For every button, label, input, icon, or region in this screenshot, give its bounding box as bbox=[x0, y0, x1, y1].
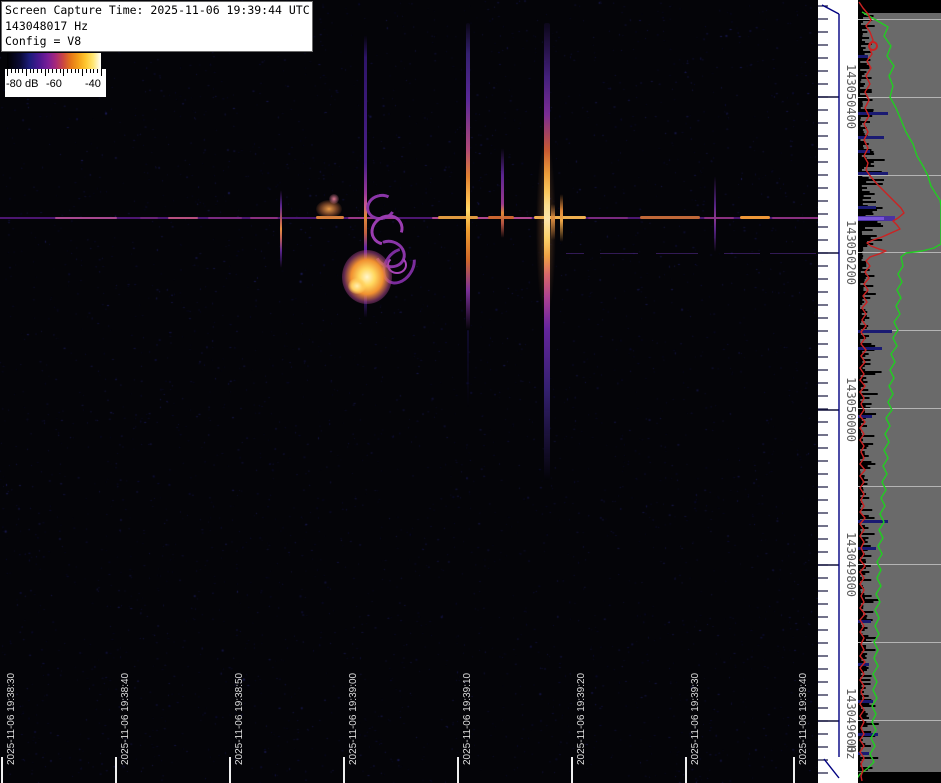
legend-label-minus60: -60 bbox=[46, 78, 62, 90]
carrier-line-segment bbox=[168, 217, 198, 219]
meteor-echo-streak bbox=[466, 23, 470, 330]
amplitude-color-scale: -80 dB -60 -40 bbox=[5, 52, 106, 98]
doppler-sub-line-dash bbox=[656, 253, 698, 254]
time-label: 2025-11-06 19:39:30 bbox=[690, 672, 701, 765]
time-label: 2025-11-06 19:39:10 bbox=[462, 672, 473, 765]
head-echo-glow bbox=[342, 250, 392, 304]
doppler-sub-line-dash bbox=[566, 253, 584, 254]
legend-tick-ruler: -80 dB -60 -40 bbox=[5, 69, 106, 97]
frequency-scale[interactable]: 143050400 143050200 143050000 143049800 1430… bbox=[818, 0, 858, 783]
carrier-line-segment bbox=[704, 217, 734, 219]
carrier-line-segment bbox=[208, 217, 242, 219]
time-tick bbox=[1, 757, 3, 783]
frequency-label: 143049800 bbox=[844, 532, 858, 598]
time-label: 2025-11-06 19:38:50 bbox=[234, 672, 245, 765]
time-label: 2025-11-06 19:39:40 bbox=[798, 672, 809, 765]
carrier-line-segment bbox=[772, 217, 818, 219]
capture-time-text: Screen Capture Time: 2025-11-06 19:39:44… bbox=[5, 3, 310, 17]
head-echo-glow bbox=[536, 138, 556, 318]
color-gradient-bar bbox=[7, 53, 101, 69]
time-label: 2025-11-06 19:38:30 bbox=[6, 672, 17, 765]
frequency-label: 143050000 bbox=[844, 377, 858, 443]
waterfall-display[interactable]: 2025-11-06 19:38:30 2025-11-06 19:38:40 20… bbox=[0, 0, 818, 783]
time-label: 2025-11-06 19:38:40 bbox=[120, 672, 131, 765]
time-tick bbox=[571, 757, 573, 783]
head-echo-glow bbox=[329, 194, 339, 204]
spectrum-graph-panel[interactable] bbox=[858, 0, 941, 783]
carrier-line-segment bbox=[588, 217, 628, 219]
carrier-line-segment bbox=[438, 216, 478, 219]
meteor-echo-streak bbox=[501, 148, 504, 238]
meteor-echo-streak bbox=[467, 330, 469, 408]
hz-unit-label: Hz bbox=[844, 745, 858, 760]
meteor-echo-streak bbox=[560, 194, 563, 242]
carrier-line-segment bbox=[740, 216, 770, 219]
config-text: Config = V8 bbox=[5, 34, 82, 48]
spectrum-lab-window: 2025-11-06 19:38:30 2025-11-06 19:38:40 20… bbox=[0, 0, 941, 783]
doppler-sub-line-dash bbox=[770, 253, 816, 254]
time-tick bbox=[685, 757, 687, 783]
meteor-echo-streak bbox=[280, 190, 282, 268]
time-tick bbox=[343, 757, 345, 783]
time-label: 2025-11-06 19:39:00 bbox=[348, 672, 359, 765]
frequency-label: 143050400 bbox=[844, 64, 858, 130]
frequency-text: 143048017 Hz bbox=[5, 18, 89, 33]
frequency-label: 143049600 bbox=[844, 688, 858, 754]
time-tick bbox=[793, 757, 795, 783]
meteor-echo-streak bbox=[714, 176, 716, 252]
doppler-sub-line-dash bbox=[724, 253, 760, 254]
info-box: Screen Capture Time: 2025-11-06 19:39:44… bbox=[1, 1, 313, 52]
carrier-line-segment bbox=[55, 217, 117, 219]
legend-label-minus40: -40 bbox=[85, 78, 101, 90]
frequency-label: 143050200 bbox=[844, 220, 858, 286]
head-echo-glow bbox=[348, 278, 366, 294]
carrier-line-segment bbox=[250, 217, 278, 219]
time-tick bbox=[115, 757, 117, 783]
legend-label-minus80: -80 dB bbox=[6, 78, 39, 90]
carrier-line-segment bbox=[140, 217, 158, 219]
time-tick bbox=[229, 757, 231, 783]
carrier-line-segment bbox=[640, 216, 700, 219]
time-label: 2025-11-06 19:39:20 bbox=[576, 672, 587, 765]
doppler-sub-line-dash bbox=[600, 253, 638, 254]
time-tick bbox=[457, 757, 459, 783]
head-echo-glow bbox=[316, 200, 342, 218]
